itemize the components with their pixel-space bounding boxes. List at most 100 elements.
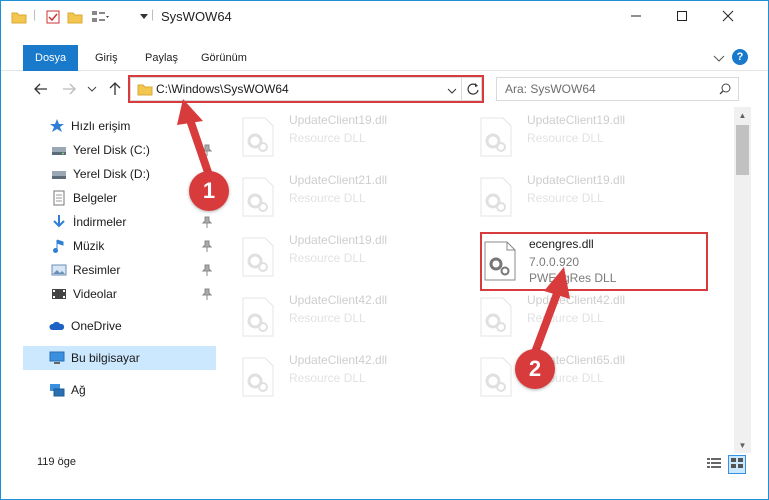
nav-item-label: Videolar bbox=[73, 287, 117, 301]
window-title: SysWOW64 bbox=[161, 9, 232, 24]
address-path[interactable]: C:\Windows\SysWOW64 bbox=[156, 82, 289, 96]
back-button[interactable] bbox=[31, 79, 51, 99]
title-bar: | | SysWOW64 bbox=[1, 1, 768, 33]
nav-item-label: Hızlı erişim bbox=[71, 119, 131, 133]
ribbon-expand-icon[interactable] bbox=[713, 53, 725, 67]
tab-share[interactable]: Paylaş bbox=[133, 45, 190, 71]
documents-icon bbox=[51, 190, 67, 206]
file-tile[interactable]: UpdateClient19.dll Resource DLL bbox=[469, 169, 699, 225]
file-name: UpdateClient42.dll bbox=[289, 293, 388, 307]
file-type: Resource DLL bbox=[527, 131, 604, 145]
dll-file-icon bbox=[242, 117, 274, 157]
up-arrow-icon bbox=[109, 82, 121, 95]
tab-file[interactable]: Dosya bbox=[23, 45, 79, 71]
tab-home[interactable]: Giriş bbox=[83, 45, 130, 71]
pin-icon[interactable] bbox=[201, 240, 213, 252]
view-icon[interactable] bbox=[91, 9, 111, 28]
quick-access-dropdown-icon[interactable] bbox=[139, 10, 149, 24]
address-bar[interactable]: C:\Windows\SysWOW64 bbox=[130, 77, 482, 101]
file-tile[interactable]: UpdateClient42.dll Resource DLL bbox=[469, 289, 699, 345]
nav-item-this-pc[interactable]: Bu bilgisayar bbox=[23, 346, 216, 370]
chevron-down-icon bbox=[87, 86, 97, 92]
pin-icon[interactable] bbox=[201, 144, 213, 156]
file-tile[interactable]: UpdateClient19.dll Resource DLL bbox=[231, 109, 461, 165]
nav-item-label: Yerel Disk (D:) bbox=[73, 167, 150, 181]
nav-item-label: OneDrive bbox=[71, 319, 122, 333]
scroll-thumb[interactable] bbox=[736, 125, 749, 175]
pin-icon[interactable] bbox=[201, 216, 213, 228]
forward-button[interactable] bbox=[59, 79, 79, 99]
dll-file-icon bbox=[242, 297, 274, 337]
folder-icon bbox=[137, 82, 153, 99]
computer-icon bbox=[49, 350, 65, 366]
file-name: UpdateClient19.dll bbox=[527, 113, 626, 127]
dll-file-icon bbox=[242, 357, 274, 397]
back-arrow-icon bbox=[34, 83, 47, 95]
file-type: Resource DLL bbox=[289, 371, 366, 385]
details-view-icon[interactable] bbox=[706, 456, 722, 473]
file-type: Resource DLL bbox=[289, 191, 366, 205]
step-badge-1: 1 bbox=[189, 171, 229, 211]
maximize-button[interactable] bbox=[659, 1, 705, 31]
videos-icon bbox=[51, 286, 67, 302]
file-tile[interactable]: UpdateClient19.dll Resource DLL bbox=[469, 109, 699, 165]
file-name: UpdateClient19.dll bbox=[289, 113, 388, 127]
up-button[interactable] bbox=[105, 79, 125, 99]
file-name: UpdateClient42.dll bbox=[289, 353, 388, 367]
scroll-down-icon[interactable]: ▼ bbox=[734, 437, 751, 453]
item-count: 119 öge bbox=[37, 456, 76, 468]
nav-item-pictures[interactable]: Resimler bbox=[51, 258, 216, 282]
nav-item-videos[interactable]: Videolar bbox=[51, 282, 216, 306]
drive-icon bbox=[51, 142, 67, 158]
file-tile-ecengres[interactable]: ecengres.dll 7.0.0.920 PWEngRes DLL bbox=[479, 231, 709, 287]
nav-item-label: Bu bilgisayar bbox=[71, 351, 140, 365]
close-button[interactable] bbox=[705, 1, 751, 31]
explorer-window: | | SysWOW64 Dosya Giriş Paylaş Görünüm bbox=[0, 0, 769, 500]
file-name: ecengres.dll bbox=[529, 237, 594, 251]
nav-item-downloads[interactable]: İndirmeler bbox=[51, 210, 216, 234]
nav-item-label: Yerel Disk (C:) bbox=[73, 143, 150, 157]
recent-locations-button[interactable] bbox=[85, 79, 99, 99]
music-icon bbox=[51, 238, 67, 254]
file-type: Resource DLL bbox=[527, 191, 604, 205]
properties-icon[interactable] bbox=[45, 9, 61, 28]
help-icon[interactable]: ? bbox=[732, 49, 748, 65]
file-version: 7.0.0.920 bbox=[529, 255, 580, 269]
address-dropdown-icon[interactable] bbox=[447, 85, 457, 99]
navigation-pane: Hızlı erişim Yerel Disk (C:) Yerel Disk … bbox=[23, 111, 217, 411]
ribbon: Dosya Giriş Paylaş Görünüm ? bbox=[1, 45, 768, 71]
vertical-scrollbar[interactable]: ▲ ▼ bbox=[734, 107, 751, 453]
file-tile[interactable]: UpdateClient42.dll Resource DLL bbox=[231, 349, 461, 405]
search-icon[interactable] bbox=[719, 83, 731, 98]
separator: | bbox=[33, 7, 37, 21]
file-tile[interactable]: UpdateClient21.dll Resource DLL bbox=[231, 169, 461, 225]
file-tile[interactable]: UpdateClient65.dll Resource DLL bbox=[469, 349, 699, 405]
dll-file-icon bbox=[480, 357, 512, 397]
nav-item-music[interactable]: Müzik bbox=[51, 234, 216, 258]
nav-item-network[interactable]: Ağ bbox=[49, 378, 216, 402]
pin-icon[interactable] bbox=[201, 288, 213, 300]
tiles-view-icon[interactable] bbox=[728, 455, 746, 474]
search-box[interactable]: Ara: SysWOW64 bbox=[496, 77, 739, 101]
file-tile[interactable]: UpdateClient19.dll Resource DLL bbox=[231, 229, 461, 285]
new-folder-icon[interactable] bbox=[67, 9, 83, 28]
nav-item-local-disk-c[interactable]: Yerel Disk (C:) bbox=[51, 138, 216, 162]
scroll-up-icon[interactable]: ▲ bbox=[734, 107, 751, 123]
minimize-icon bbox=[631, 15, 641, 17]
nav-item-label: Belgeler bbox=[73, 191, 118, 205]
minimize-button[interactable] bbox=[613, 1, 659, 31]
tab-view[interactable]: Görünüm bbox=[189, 45, 259, 71]
refresh-icon[interactable] bbox=[466, 82, 480, 99]
nav-item-quick-access[interactable]: Hızlı erişim bbox=[49, 114, 242, 138]
dll-file-icon bbox=[242, 177, 274, 217]
pin-icon[interactable] bbox=[201, 264, 213, 276]
search-input[interactable]: Ara: SysWOW64 bbox=[505, 82, 596, 96]
nav-item-onedrive[interactable]: OneDrive bbox=[49, 314, 216, 338]
dll-file-icon bbox=[242, 237, 274, 277]
nav-item-label: Resimler bbox=[73, 263, 121, 277]
maximize-icon bbox=[677, 11, 687, 21]
folder-icon bbox=[11, 9, 27, 28]
onedrive-icon bbox=[49, 318, 65, 334]
file-tile[interactable]: UpdateClient42.dll Resource DLL bbox=[231, 289, 461, 345]
network-icon bbox=[49, 382, 65, 398]
